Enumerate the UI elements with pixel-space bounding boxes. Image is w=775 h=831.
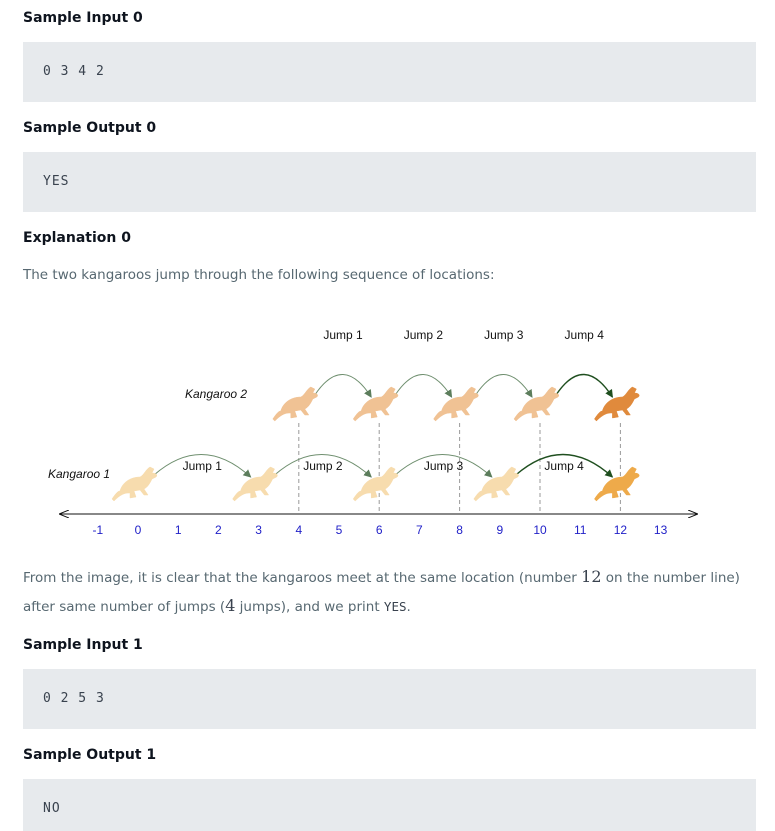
tick-label: 7 <box>416 523 423 537</box>
kangaroo2-jump-arc <box>314 374 372 398</box>
jump-label: Jump 4 <box>565 328 605 342</box>
jump-label: Jump 1 <box>323 328 363 342</box>
kangaroo2-jump-arc <box>555 373 613 398</box>
kangaroo2-label: Kangaroo 2 <box>185 387 247 401</box>
tick-label: 8 <box>456 523 463 537</box>
kangaroo2-figure <box>513 386 560 422</box>
tick-label: 0 <box>135 523 142 537</box>
kangaroo1-figure <box>473 466 519 502</box>
kangaroo2-figure <box>594 386 640 422</box>
kangaroo1-label: Kangaroo 1 <box>48 467 110 481</box>
sample-output-0-heading: Sample Output 0 <box>23 120 157 136</box>
tick-label: 1 <box>175 523 182 537</box>
kangaroo2-figure <box>272 386 318 422</box>
printed-value: YES <box>383 599 407 614</box>
tick-label: 10 <box>533 523 547 537</box>
explanation-intro: The two kangaroos jump through the follo… <box>23 267 495 283</box>
tick-label: 13 <box>654 523 668 537</box>
kangaroo1-jump-arcs: Jump 1 Jump 2 Jump 3 Jump 4 <box>153 453 614 478</box>
sample-output-1-code-block: NO <box>23 779 756 831</box>
conclusion-text-4: . <box>406 599 411 615</box>
sample-input-0-heading: Sample Input 0 <box>23 10 143 26</box>
sample-output-0-code-block: YES <box>23 152 756 212</box>
tick-label: 6 <box>376 523 383 537</box>
kangaroo2-jump-arc <box>394 374 453 398</box>
jump-label: Jump 4 <box>544 459 584 473</box>
sample-input-0-code-block: 0 3 4 2 <box>23 42 756 102</box>
tick-label: 2 <box>215 523 222 537</box>
tick-label: 4 <box>295 523 302 537</box>
sample-input-1-code: 0 2 5 3 <box>43 691 105 706</box>
jump-label: Jump 3 <box>484 328 524 342</box>
jump-count-value: 4 <box>225 596 236 615</box>
jump-label: Jump 1 <box>183 459 223 473</box>
conclusion-text-3: jumps), and we print <box>235 599 384 615</box>
jump-label: Jump 3 <box>424 459 464 473</box>
number-line-ticks: -1 0 1 2 3 4 5 6 7 8 9 10 11 12 13 <box>92 523 667 537</box>
kangaroo2-jump-arc <box>475 374 533 398</box>
tick-label: 9 <box>496 523 503 537</box>
jump-label: Jump 2 <box>303 459 343 473</box>
sample-output-1-code: NO <box>43 801 61 816</box>
kangaroo2-figure <box>352 386 399 422</box>
tick-label: 3 <box>255 523 262 537</box>
kangaroo2-figures <box>272 386 640 422</box>
kangaroo2-figure <box>433 386 479 422</box>
tick-label: 5 <box>336 523 343 537</box>
tick-label: 12 <box>614 523 628 537</box>
tick-label: 11 <box>574 523 587 537</box>
explanation-conclusion: From the image, it is clear that the kan… <box>23 563 763 621</box>
meet-location-value: 12 <box>581 567 602 586</box>
kangaroo-jump-diagram: -1 0 1 2 3 4 5 6 7 8 9 10 11 12 13 Jump 1 Jump 2 Jump 3J… <box>0 310 775 550</box>
sample-input-0-code: 0 3 4 2 <box>43 64 105 79</box>
sample-input-1-heading: Sample Input 1 <box>23 637 143 653</box>
sample-output-1-heading: Sample Output 1 <box>23 747 157 763</box>
jump-label: Jump 2 <box>404 328 444 342</box>
tick-label: -1 <box>92 523 103 537</box>
conclusion-text-1: From the image, it is clear that the kan… <box>23 570 582 586</box>
kangaroo2-jump-arcs: Jump 1 Jump 2 Jump 3 Jump 4 <box>314 328 613 398</box>
explanation-0-heading: Explanation 0 <box>23 230 131 246</box>
sample-input-1-code-block: 0 2 5 3 <box>23 669 756 729</box>
kangaroo1-figure <box>111 466 158 502</box>
kangaroo1-figure <box>352 466 399 502</box>
sample-output-0-code: YES <box>43 174 70 189</box>
kangaroo-diagram-svg: -1 0 1 2 3 4 5 6 7 8 9 10 11 12 13 Jump 1 Jump 2 Jump 3J… <box>48 328 775 537</box>
problem-samples: Sample Input 0 0 3 4 2 Sample Output 0 Y… <box>0 0 775 831</box>
kangaroo1-figure <box>232 466 278 502</box>
kangaroo1-figure <box>594 466 640 502</box>
